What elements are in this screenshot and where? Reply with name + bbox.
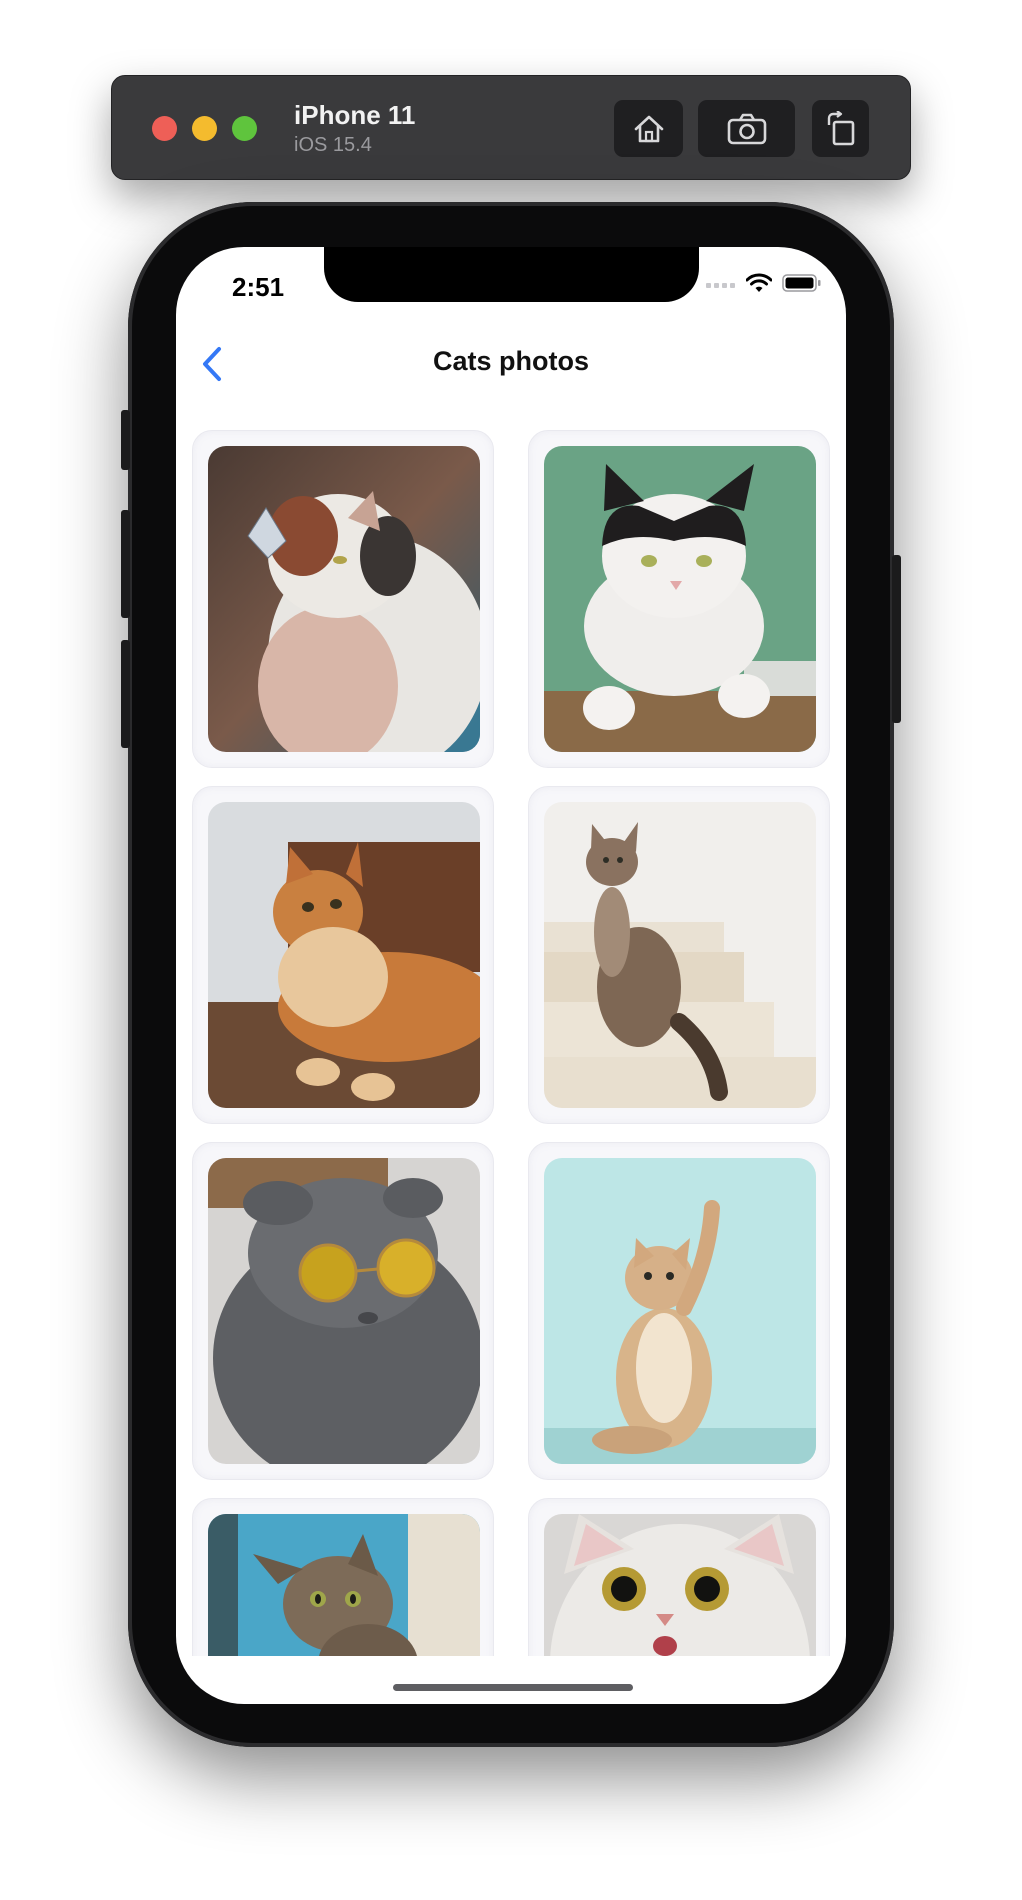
page-title: Cats photos [432, 346, 589, 376]
photo-card[interactable] [192, 1142, 494, 1480]
photo-card[interactable] [528, 1142, 830, 1480]
cat-photo-image [208, 802, 480, 1108]
cellular-icon [706, 283, 735, 288]
cat-photo-black-white-cat-on-green[interactable] [544, 446, 816, 752]
cat-photo-tabby-cat-on-stairs[interactable] [544, 802, 816, 1108]
cat-photo-image [544, 802, 816, 1108]
volume-up-button [121, 510, 130, 618]
cat-photo-white-cat-surprised[interactable] [544, 1514, 816, 1656]
cat-photo-image [208, 1158, 480, 1464]
cat-photo-image [544, 446, 816, 752]
screenshot-icon [727, 113, 766, 144]
battery-icon [782, 274, 821, 292]
close-window-button[interactable] [152, 116, 177, 141]
silent-switch [121, 410, 130, 470]
rotate-icon [827, 110, 854, 145]
cat-photo-grey-cat-with-sunglasses[interactable] [208, 1158, 480, 1464]
status-time: 2:51 [232, 272, 285, 302]
home-button[interactable] [614, 100, 683, 157]
os-version: iOS 15.4 [294, 134, 372, 156]
photo-card[interactable] [192, 786, 494, 1124]
notch [324, 247, 699, 302]
cat-photo-image [544, 1514, 816, 1656]
wifi-icon [746, 273, 772, 292]
cat-photo-image [544, 1158, 816, 1464]
cat-photo-image [208, 446, 480, 752]
zoom-window-button[interactable] [232, 116, 257, 141]
photo-card[interactable] [528, 430, 830, 768]
power-button [892, 555, 901, 723]
status-icons [706, 273, 822, 293]
simulator-toolbar: iPhone 11 iOS 15.4 [111, 75, 911, 180]
photo-grid[interactable] [192, 430, 830, 1656]
photo-card[interactable] [528, 786, 830, 1124]
cat-photo-cat-with-butterfly[interactable] [208, 446, 480, 752]
home-indicator[interactable] [393, 1684, 633, 1691]
photo-card[interactable] [528, 1498, 830, 1656]
home-icon [634, 115, 663, 142]
photo-card[interactable] [192, 1498, 494, 1656]
cat-photo-kitten-on-teal[interactable] [544, 1158, 816, 1464]
phone-screen: 2:51 Cats photos [176, 247, 846, 1704]
device-name: iPhone 11 [294, 100, 416, 130]
screenshot-button[interactable] [698, 100, 795, 157]
minimize-window-button[interactable] [192, 116, 217, 141]
cat-photo-tabby-cat-peeking[interactable] [208, 1514, 480, 1656]
cat-photo-ginger-cat-lying[interactable] [208, 802, 480, 1108]
cat-photo-image [208, 1514, 480, 1656]
photo-card[interactable] [192, 430, 494, 768]
rotate-button[interactable] [812, 100, 869, 157]
volume-down-button [121, 640, 130, 748]
